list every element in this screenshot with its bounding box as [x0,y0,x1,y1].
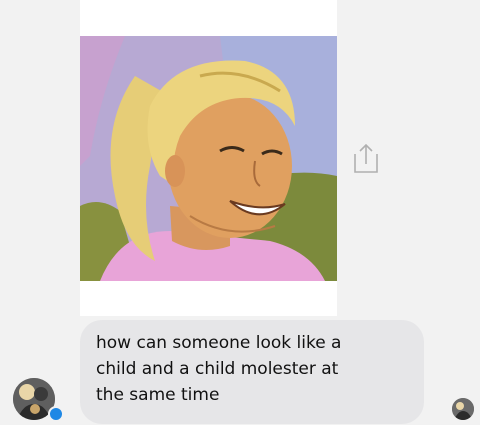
message-bubble[interactable]: how can someone look like a child and a … [80,320,424,424]
seen-avatar-image [452,398,474,420]
shared-image-card[interactable] [80,0,337,316]
message-text: how can someone look like a child and a … [96,333,342,405]
share-button[interactable] [350,142,382,176]
seen-avatar [452,398,474,420]
messenger-badge-icon [48,406,64,422]
share-icon [354,143,378,173]
cartoon-image[interactable] [80,36,337,281]
cartoon-girl-illustration [80,36,337,281]
